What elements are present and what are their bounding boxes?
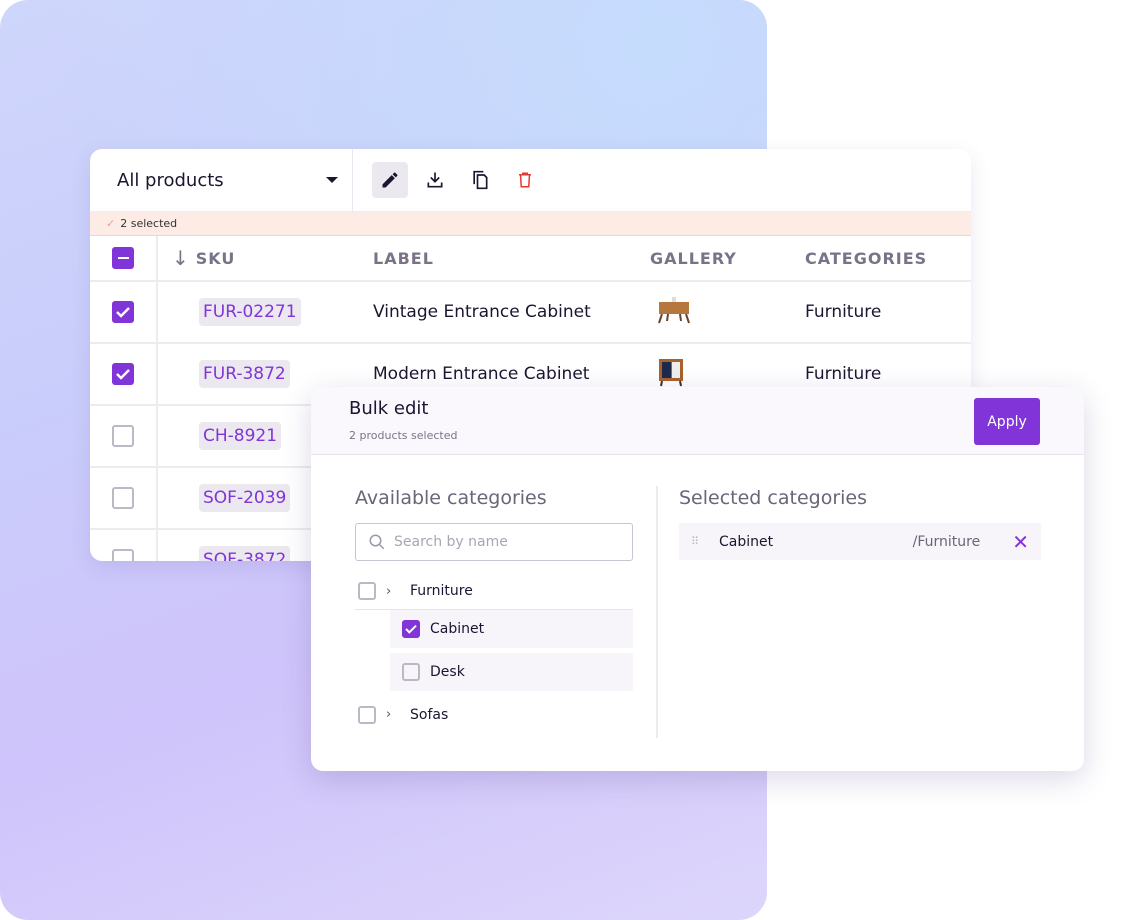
- tree-item-label: Cabinet: [430, 621, 485, 637]
- tree-item[interactable]: Cabinet: [390, 610, 633, 648]
- tree-checkbox[interactable]: [358, 582, 376, 600]
- available-categories: Available categories Search by name › Fur…: [355, 487, 633, 733]
- product-thumbnail: [650, 296, 805, 328]
- sku-chip[interactable]: FUR-02271: [199, 298, 301, 326]
- view-select[interactable]: All products: [90, 149, 353, 212]
- row-checkbox[interactable]: [112, 487, 134, 509]
- check-icon: [116, 369, 130, 380]
- trash-icon: [519, 172, 531, 188]
- table-header: ↓ SKU LABEL GALLERY CATEGORIES: [90, 236, 971, 282]
- check-icon: ✓: [106, 217, 116, 230]
- sku-chip[interactable]: SOF-3872: [199, 546, 291, 561]
- product-category: Furniture: [805, 302, 882, 322]
- product-label: Modern Entrance Cabinet: [373, 364, 590, 384]
- download-icon: [427, 172, 443, 188]
- check-icon: [116, 307, 130, 318]
- tree-checkbox[interactable]: [402, 663, 420, 681]
- apply-button[interactable]: Apply: [974, 398, 1040, 445]
- copy-icon: [473, 170, 488, 190]
- search-icon: [369, 534, 385, 550]
- row-checkbox[interactable]: [112, 549, 134, 561]
- column-label[interactable]: LABEL: [373, 249, 650, 268]
- dialog-subtitle: 2 products selected: [349, 429, 458, 442]
- tree-item[interactable]: Desk: [390, 653, 633, 691]
- dialog-title: Bulk edit: [349, 398, 429, 419]
- copy-button[interactable]: [462, 162, 498, 198]
- column-label: SKU: [195, 248, 236, 268]
- minus-icon: [117, 257, 129, 259]
- product-thumbnail: [650, 357, 805, 391]
- dialog-header: Bulk edit 2 products selected Apply: [311, 387, 1084, 455]
- tree-checkbox[interactable]: [402, 620, 420, 638]
- chevron-right-icon[interactable]: ›: [386, 584, 400, 599]
- pencil-icon: [382, 172, 398, 188]
- check-icon: [405, 624, 417, 634]
- selected-category-label: Cabinet: [719, 533, 774, 550]
- sku-chip[interactable]: FUR-3872: [199, 360, 290, 388]
- tree-item-label: Sofas: [410, 706, 449, 723]
- selection-count: 2 selected: [120, 217, 178, 230]
- row-checkbox[interactable]: [112, 363, 134, 385]
- toolbar: All products: [90, 149, 971, 212]
- selected-categories: Selected categories ⠿ Cabinet /Furniture…: [679, 487, 1041, 560]
- tree-item[interactable]: › Sofas: [355, 696, 633, 733]
- available-title: Available categories: [355, 487, 547, 509]
- select-all-checkbox[interactable]: [112, 247, 134, 269]
- column-gallery[interactable]: GALLERY: [650, 249, 805, 268]
- product-category: Furniture: [805, 364, 882, 384]
- delete-button[interactable]: [507, 162, 543, 198]
- divider: [656, 486, 658, 738]
- table-row[interactable]: FUR-02271 Vintage Entrance Cabinet Furni…: [90, 282, 971, 344]
- chevron-down-icon: [326, 177, 338, 183]
- row-checkbox[interactable]: [112, 301, 134, 323]
- sku-chip[interactable]: SOF-2039: [199, 484, 291, 512]
- tree-item-label: Furniture: [410, 583, 473, 599]
- selected-category-item[interactable]: ⠿ Cabinet /Furniture ✕: [679, 523, 1041, 560]
- row-checkbox[interactable]: [112, 425, 134, 447]
- tree-item-label: Desk: [430, 664, 465, 680]
- column-sku[interactable]: ↓ SKU: [164, 246, 373, 270]
- search-input[interactable]: Search by name: [355, 523, 633, 561]
- close-icon[interactable]: ✕: [1012, 530, 1029, 554]
- drag-handle-icon[interactable]: ⠿: [691, 536, 719, 547]
- selection-bar: ✓ 2 selected: [90, 212, 971, 236]
- selected-title: Selected categories: [679, 487, 867, 509]
- category-tree: › Furniture Cabinet Desk › Sofas: [355, 573, 633, 733]
- download-button[interactable]: [417, 162, 453, 198]
- chevron-right-icon[interactable]: ›: [386, 707, 400, 722]
- view-select-value: All products: [117, 169, 224, 191]
- selected-category-path: /Furniture: [912, 533, 981, 550]
- sort-down-icon: ↓: [172, 246, 190, 270]
- column-categories[interactable]: CATEGORIES: [805, 249, 927, 268]
- search-placeholder: Search by name: [394, 534, 508, 550]
- bulk-edit-dialog: Bulk edit 2 products selected Apply Avai…: [311, 387, 1084, 771]
- tree-item[interactable]: › Furniture: [355, 573, 633, 610]
- product-label: Vintage Entrance Cabinet: [373, 302, 591, 322]
- sku-chip[interactable]: CH-8921: [199, 422, 282, 450]
- edit-button[interactable]: [372, 162, 408, 198]
- tree-checkbox[interactable]: [358, 705, 376, 724]
